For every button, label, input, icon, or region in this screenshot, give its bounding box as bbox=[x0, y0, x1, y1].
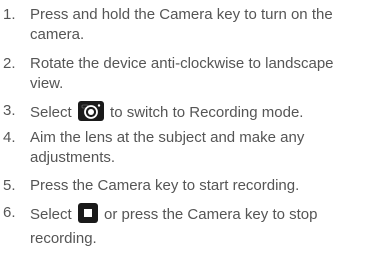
step-text: Rotate the device anti-clockwise to land… bbox=[30, 55, 334, 92]
step-text: Select or press the Camera key to stop r… bbox=[30, 203, 369, 249]
step-text-after: to switch to Recording mode. bbox=[110, 104, 304, 121]
list-item: 1. Press and hold the Camera key to turn… bbox=[0, 5, 369, 45]
step-text: Select to switch to Recording mode. bbox=[30, 101, 369, 127]
stop-icon bbox=[77, 203, 98, 229]
step-text-before: Select bbox=[30, 206, 72, 223]
list-item: 5. Press the Camera key to start recordi… bbox=[0, 176, 369, 196]
step-number: 1. bbox=[3, 6, 16, 23]
step-text: Press and hold the Camera key to turn on… bbox=[30, 6, 333, 43]
list-item: 6. Select or press the Camera key to sto… bbox=[0, 203, 369, 249]
step-text: Aim the lens at the subject and make any… bbox=[30, 129, 305, 166]
step-text-before: Select bbox=[30, 104, 72, 121]
step-number: 3. bbox=[3, 102, 16, 119]
list-item: 4. Aim the lens at the subject and make … bbox=[0, 128, 369, 168]
step-text-after: or press the Camera key to stop recordin… bbox=[30, 206, 318, 247]
list-item: 3. Select to switch to Recording mode. bbox=[0, 101, 369, 127]
camera-switch-icon bbox=[77, 101, 104, 127]
step-number: 6. bbox=[3, 204, 16, 221]
step-number: 4. bbox=[3, 129, 16, 146]
step-text: Press the Camera key to start recording. bbox=[30, 177, 300, 194]
list-item: 2. Rotate the device anti-clockwise to l… bbox=[0, 54, 369, 94]
step-number: 5. bbox=[3, 177, 16, 194]
step-number: 2. bbox=[3, 55, 16, 72]
